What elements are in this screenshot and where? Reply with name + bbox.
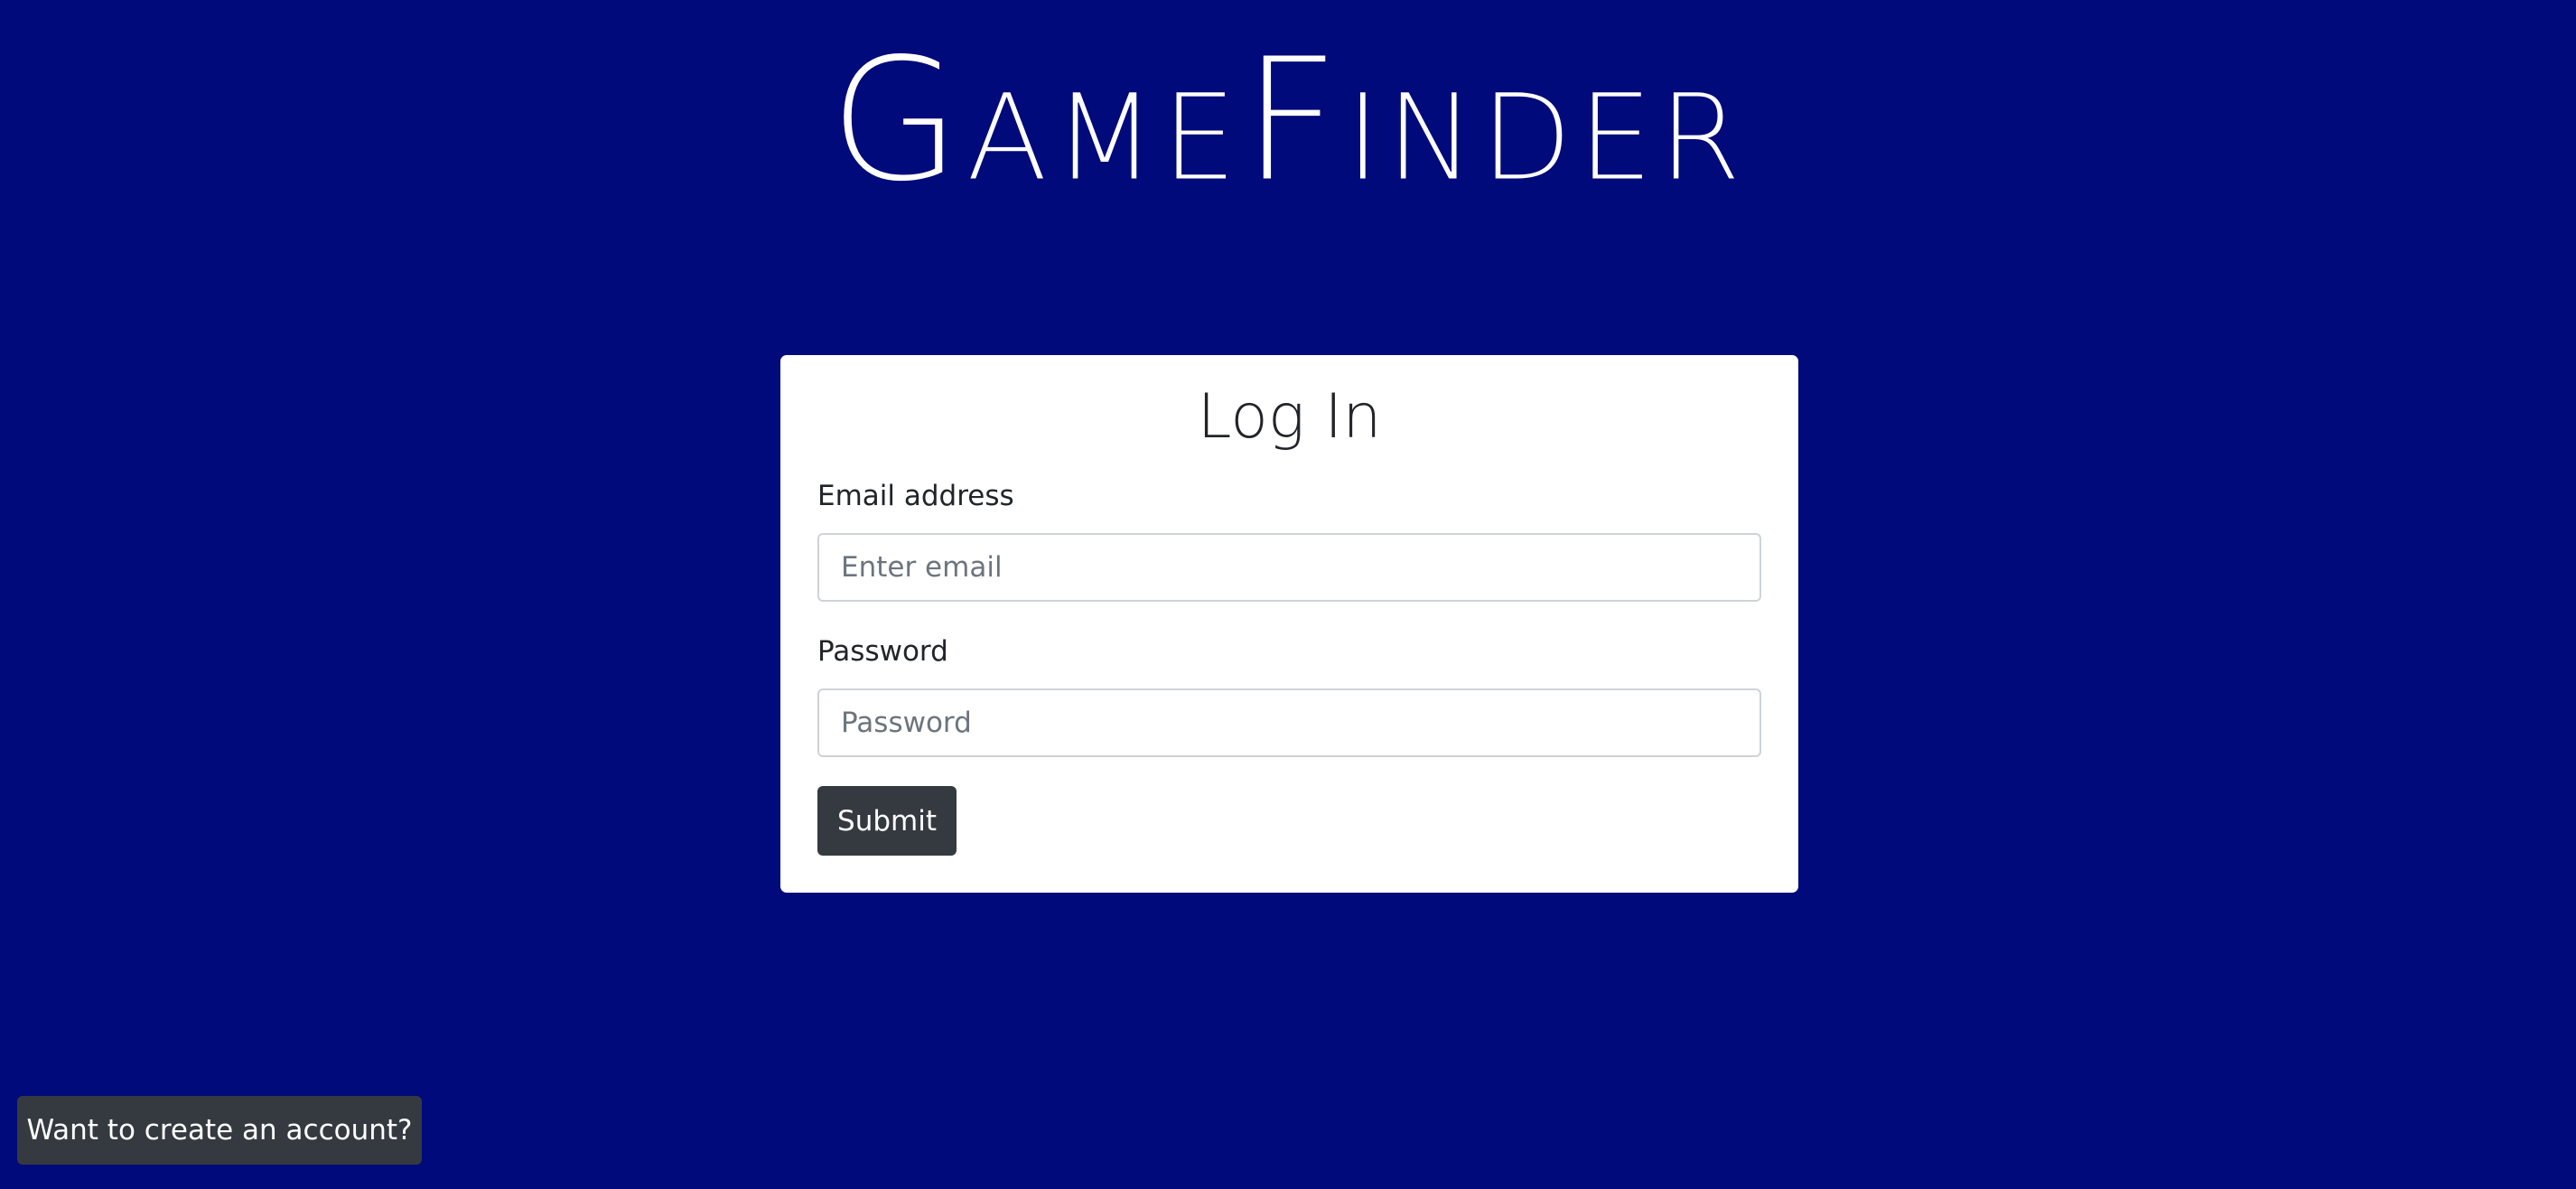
submit-button[interactable]: Submit <box>817 786 957 856</box>
password-label: Password <box>817 635 948 668</box>
email-input[interactable] <box>817 533 1761 602</box>
password-input[interactable] <box>817 688 1761 757</box>
logo-text: GameFinder <box>829 22 1747 220</box>
email-label: Email address <box>817 480 1014 512</box>
login-title: Log In <box>1197 381 1382 453</box>
app-logo: GameFinder <box>0 35 2576 206</box>
create-account-button[interactable]: Want to create an account? <box>17 1096 422 1165</box>
login-card: Log In Email address Password Submit <box>780 355 1798 893</box>
